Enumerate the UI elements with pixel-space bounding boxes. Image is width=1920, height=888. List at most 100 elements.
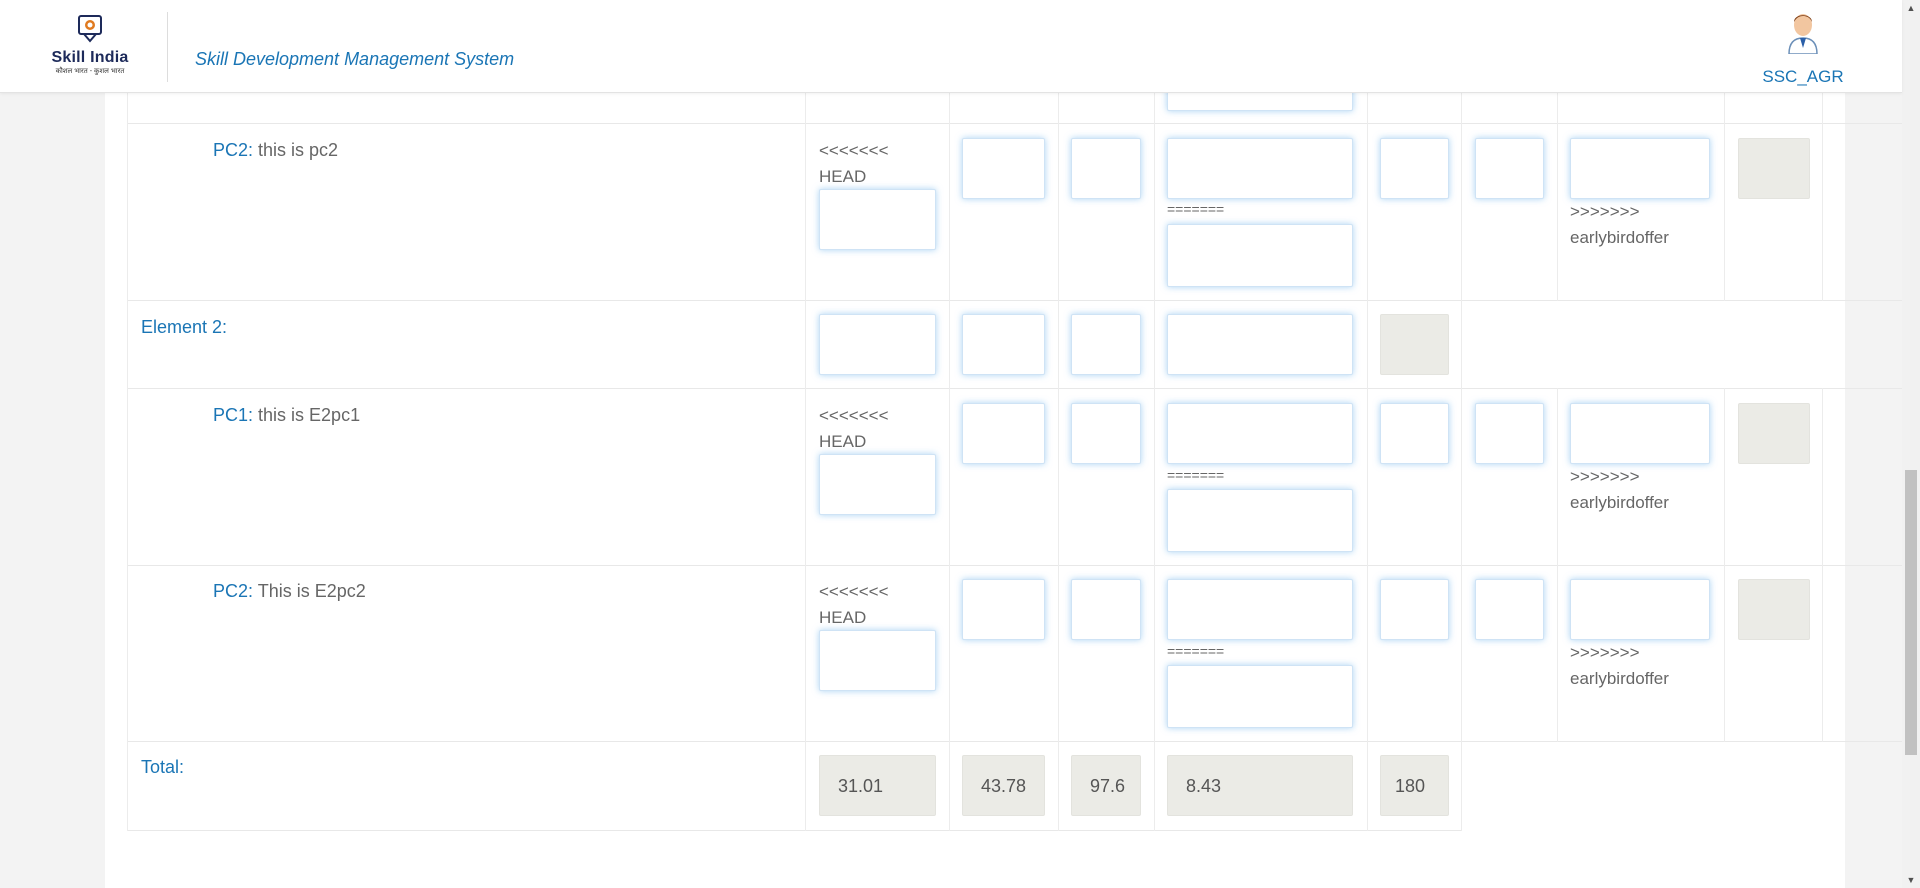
score-input[interactable] [1167,665,1353,728]
score-input[interactable] [1380,579,1449,640]
tail-label: earlybirdoffer [1570,493,1669,512]
merge-separator: ======= [1167,467,1225,483]
user-menu[interactable]: SSC_AGR [1760,8,1846,87]
row-total-field [1738,138,1810,199]
score-input[interactable] [1071,579,1141,640]
merge-conflict-head: <<<<<<< HEAD [819,403,889,455]
score-input[interactable] [1071,138,1141,199]
column-divider [1557,90,1558,301]
merge-conflict-tail: >>>>>>> earlybirdoffer [1570,464,1669,516]
column-divider [949,90,950,831]
score-input[interactable] [1167,138,1353,199]
score-input[interactable] [1475,403,1544,464]
merge-conflict-tail: >>>>>>> earlybirdoffer [1570,199,1669,251]
page-scrollbar[interactable]: ▲ ▼ [1902,0,1920,888]
score-input[interactable] [962,403,1045,464]
column-divider [1557,388,1558,742]
tail-label: earlybirdoffer [1570,669,1669,688]
total-label: Total: [141,757,185,777]
app-title: Skill Development Management System [195,49,515,69]
header-divider [167,12,168,82]
top-header: Skill India कौशल भारत - कुशल भारत Skill … [0,0,1902,93]
score-input[interactable] [1475,579,1544,640]
scroll-down-arrow-icon[interactable]: ▼ [1902,872,1920,888]
total-field: 31.01 [819,755,936,816]
tail-label: earlybirdoffer [1570,228,1669,247]
row-divider [127,300,1920,301]
merge-conflict-head: <<<<<<< HEAD [819,579,889,631]
score-input[interactable] [1167,403,1353,464]
row-divider [127,830,1462,831]
pc-text: This is E2pc2 [253,581,366,601]
score-input[interactable] [1380,403,1449,464]
column-divider [1724,388,1725,742]
score-input[interactable] [1167,314,1353,375]
tail-marker: >>>>>>> [1570,467,1640,486]
score-input[interactable] [1167,224,1353,287]
head-marker: <<<<<<< [819,141,889,160]
column-divider [1724,90,1725,301]
score-input[interactable] [1167,579,1353,640]
element-label: Element 2: [141,317,228,337]
score-input[interactable] [1570,138,1710,199]
pc-text: this is pc2 [253,140,339,160]
pc-key: PC1: [213,405,254,425]
column-divider [1154,90,1155,831]
pc-label: PC2: This is E2pc2 [213,581,366,602]
score-input[interactable] [962,579,1045,640]
score-input[interactable] [1475,138,1544,199]
column-divider [1058,90,1059,831]
scroll-up-arrow-icon[interactable]: ▲ [1902,0,1920,16]
logo-tagline: कौशल भारत - कुशल भारत [55,68,125,75]
pc-key: PC2: [213,581,254,601]
column-divider [127,90,128,831]
row-divider [127,123,1920,124]
score-input[interactable] [1167,489,1353,552]
skill-india-emblem-icon [78,15,102,43]
row-divider [127,388,1920,389]
score-input[interactable] [1071,314,1141,375]
tail-marker: >>>>>>> [1570,202,1640,221]
head-label: HEAD [819,608,867,627]
column-divider [1367,90,1368,831]
merge-conflict-head: <<<<<<< HEAD [819,138,889,190]
merge-conflict-tail: >>>>>>> earlybirdoffer [1570,640,1669,692]
scores-table: PC2: this is pc2 <<<<<<< HEAD ======= >>… [105,0,1920,888]
total-field: 43.78 [962,755,1045,816]
column-divider [1822,90,1823,301]
total-field: 97.6 [1071,755,1141,816]
score-input[interactable] [962,138,1045,199]
score-input[interactable] [819,314,936,375]
row-total-field [1738,579,1810,640]
user-avatar-icon[interactable] [1783,8,1823,55]
column-divider [1461,90,1462,831]
tail-marker: >>>>>>> [1570,643,1640,662]
head-marker: <<<<<<< [819,582,889,601]
column-divider [1822,388,1823,742]
pc-key: PC2: [213,140,254,160]
score-input[interactable] [1570,403,1710,464]
row-divider [127,565,1920,566]
row-total-field [1738,403,1810,464]
merge-separator: ======= [1167,201,1225,217]
score-input[interactable] [1071,403,1141,464]
column-divider [805,90,806,831]
logo-brand-text: Skill India [51,49,129,66]
pc-text: this is E2pc1 [253,405,361,425]
skill-india-logo: Skill India कौशल भारत - कुशल भारत [50,14,130,78]
scrollbar-thumb[interactable] [1905,470,1917,755]
score-input[interactable] [1570,579,1710,640]
score-input[interactable] [962,314,1045,375]
score-input[interactable] [1380,138,1449,199]
pc-label: PC1: this is E2pc1 [213,405,360,426]
head-label: HEAD [819,432,867,451]
username-label: SSC_AGR [1762,67,1844,86]
score-input[interactable] [819,454,936,515]
head-label: HEAD [819,167,867,186]
content-panel: PC2: this is pc2 <<<<<<< HEAD ======= >>… [105,0,1920,888]
row-divider [127,741,1920,742]
score-input[interactable] [819,189,936,250]
total-field: 8.43 [1167,755,1353,816]
element-total-field [1380,314,1449,375]
score-input[interactable] [819,630,936,691]
